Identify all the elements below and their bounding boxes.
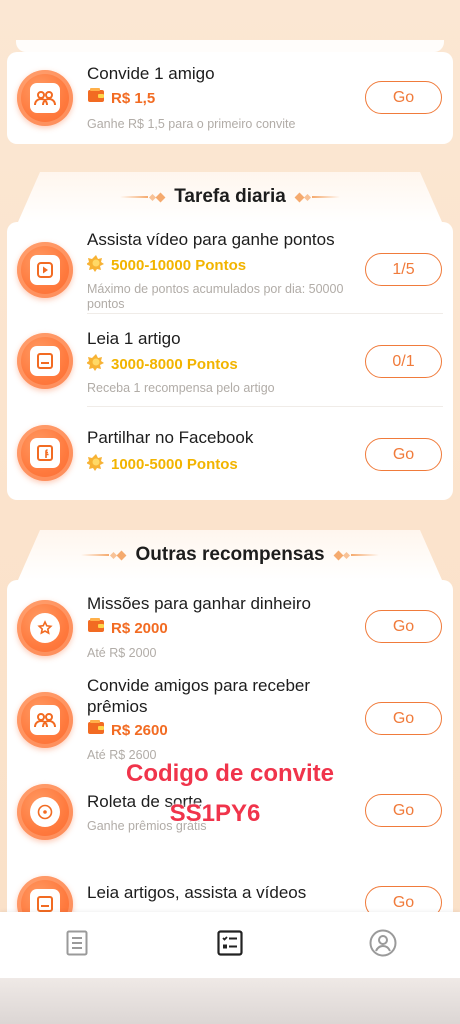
- invite-friends-go-button[interactable]: Go: [365, 702, 442, 735]
- invite-title: Convide 1 amigo: [87, 64, 215, 83]
- daily-section-title: Tarefa diaria: [174, 186, 286, 207]
- coin-star-icon: [86, 453, 105, 477]
- article-icon: [17, 333, 73, 389]
- previous-card-edge: [16, 40, 444, 52]
- task-title: Partilhar no Facebook: [87, 428, 254, 447]
- task-reward: 5000-10000 Pontos: [86, 254, 246, 278]
- reward-amount: R$ 2000: [87, 618, 168, 639]
- reward-desc: Até R$ 2000: [87, 646, 157, 660]
- invite-reward-value: R$ 1,5: [111, 89, 156, 107]
- nav-profile[interactable]: [353, 915, 413, 975]
- wheel-icon: [17, 784, 73, 840]
- invite-code-value: SS1PY6: [169, 800, 261, 827]
- play-icon: [17, 242, 73, 298]
- invite-card: Convide 1 amigo R$ 1,5 Ganhe R$ 1,5 para…: [7, 52, 453, 144]
- reward-row-invite: Convide amigos para receber prêmios R$ 2…: [7, 672, 453, 772]
- task-progress-button[interactable]: 1/5: [365, 253, 442, 286]
- daily-section-header: Tarefa diaria: [18, 172, 442, 222]
- document-icon: [66, 930, 88, 961]
- task-desc: Receba 1 recompensa pelo artigo: [87, 381, 275, 395]
- daily-tasks-card: Assista vídeo para ganhe pontos 5000-100…: [7, 222, 453, 500]
- roulette-go-button[interactable]: Go: [365, 794, 442, 827]
- invite-code-label: Codigo de convite: [125, 760, 334, 787]
- bottom-navigation: [0, 912, 460, 978]
- reward-amount: R$ 2600: [87, 720, 168, 741]
- task-row-facebook: Partilhar no Facebook 1000-5000 Pontos G…: [7, 407, 453, 500]
- task-title: Leia 1 artigo: [87, 329, 181, 348]
- people-icon: [17, 692, 73, 748]
- task-title: Assista vídeo para ganhe pontos: [87, 230, 335, 249]
- reward-row-missions: Missões para ganhar dinheiro R$ 2000 Até…: [7, 580, 453, 672]
- reward-title: Convide amigos para receber prêmios: [87, 676, 311, 716]
- other-rewards-card: Missões para ganhar dinheiro R$ 2000 Até…: [7, 580, 453, 920]
- coin-star-icon: [86, 353, 105, 377]
- invite-go-button[interactable]: Go: [365, 81, 442, 114]
- right-decoration: [335, 552, 379, 559]
- task-progress-button[interactable]: 0/1: [365, 345, 442, 378]
- task-desc: Máximo de pontos acumulados por dia: 500…: [87, 282, 344, 311]
- star-badge-icon: [17, 600, 73, 656]
- people-icon: [17, 70, 73, 126]
- task-reward: 1000-5000 Pontos: [86, 453, 238, 477]
- facebook-icon: [17, 425, 73, 481]
- system-bar-area: [0, 978, 460, 1024]
- wallet-icon: [87, 720, 105, 741]
- task-reward: 3000-8000 Pontos: [86, 353, 238, 377]
- wallet-icon: [87, 618, 105, 639]
- invite-desc: Ganhe R$ 1,5 para o primeiro convite: [87, 117, 296, 131]
- missions-go-button[interactable]: Go: [365, 610, 442, 643]
- task-row-article: Leia 1 artigo 3000-8000 Pontos Receba 1 …: [7, 314, 453, 407]
- invite-reward: R$ 1,5: [87, 88, 155, 109]
- user-icon: [369, 929, 397, 962]
- reward-title: Leia artigos, assista a vídeos: [87, 883, 307, 902]
- other-section-title: Outras recompensas: [135, 544, 325, 565]
- wallet-icon: [87, 88, 105, 109]
- reward-title: Missões para ganhar dinheiro: [87, 594, 311, 613]
- tasks-icon: [217, 929, 243, 961]
- other-section-header: Outras recompensas: [18, 530, 442, 580]
- right-decoration: [296, 194, 340, 201]
- left-decoration: [81, 552, 125, 559]
- share-go-button[interactable]: Go: [365, 438, 442, 471]
- left-decoration: [120, 194, 164, 201]
- task-row-video: Assista vídeo para ganhe pontos 5000-100…: [7, 222, 453, 314]
- coin-star-icon: [86, 254, 105, 278]
- nav-tasks[interactable]: [200, 915, 260, 975]
- nav-news[interactable]: [47, 915, 107, 975]
